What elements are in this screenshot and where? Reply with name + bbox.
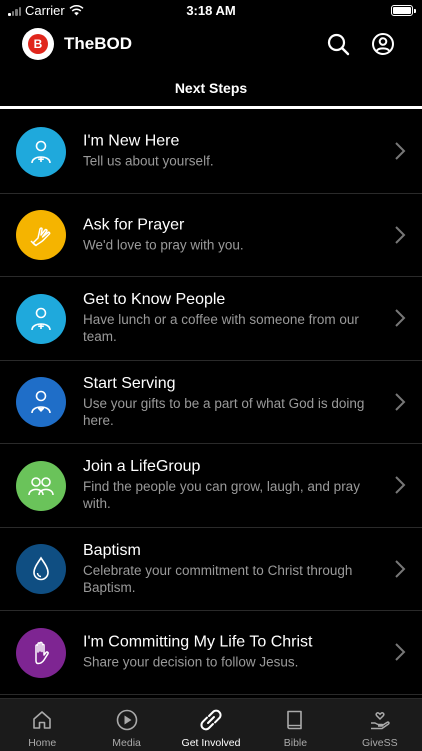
step-text: Join a LifeGroup Find the people you can…	[83, 458, 372, 512]
step-subtitle: Use your gifts to be a part of what God …	[83, 395, 365, 428]
play-icon	[116, 709, 137, 731]
chevron-right-icon	[395, 560, 406, 578]
step-title: I'm New Here	[83, 132, 180, 150]
tab-media[interactable]: Media	[84, 699, 168, 751]
link-icon	[200, 709, 222, 731]
app-logo: B	[22, 28, 54, 60]
home-icon	[33, 711, 52, 729]
tab-label: Media	[112, 737, 141, 749]
step-subtitle: We'd love to pray with you.	[83, 237, 244, 253]
step-icon-circle	[16, 210, 66, 260]
give-icon	[370, 712, 390, 730]
step-title: Get to Know People	[83, 291, 226, 309]
chevron-right-icon	[395, 643, 406, 661]
tab-label: Home	[28, 737, 57, 749]
chevron-right-icon	[395, 226, 406, 244]
next-steps-list: I'm New Here Tell us about yourself. Ask…	[0, 110, 422, 695]
step-subtitle: Celebrate your commitment to Christ thro…	[83, 562, 353, 595]
step-text: Baptism Celebrate your commitment to Chr…	[83, 542, 372, 596]
step-text: Ask for Prayer We'd love to pray with yo…	[83, 216, 372, 253]
step-text: I'm New Here Tell us about yourself.	[83, 133, 372, 170]
app-header: B TheBOD	[0, 22, 422, 66]
raised-hand-icon	[35, 641, 49, 664]
step-start-serving[interactable]: Start Serving Use your gifts to be a par…	[0, 361, 422, 444]
tab-home[interactable]: Home	[0, 699, 84, 751]
search-icon[interactable]	[326, 32, 350, 56]
step-text: I'm Committing My Life To Christ Share y…	[83, 634, 372, 671]
step-title: I'm Committing My Life To Christ	[83, 633, 313, 651]
tab-get-involved[interactable]: Get Involved	[169, 699, 253, 751]
step-ask-for-prayer[interactable]: Ask for Prayer We'd love to pray with yo…	[0, 194, 422, 277]
praying-hands-icon	[30, 227, 51, 247]
group-icon	[28, 476, 54, 495]
step-join-a-lifegroup[interactable]: Join a LifeGroup Find the people you can…	[0, 444, 422, 528]
water-drop-icon	[33, 556, 49, 581]
logo-mark: B	[28, 34, 48, 54]
step-icon-circle	[16, 460, 66, 511]
tab-bible[interactable]: Bible	[253, 699, 337, 751]
tab-label: Bible	[283, 737, 308, 749]
step-title: Start Serving	[83, 374, 176, 392]
step-icon-circle	[16, 293, 66, 344]
chevron-right-icon	[395, 393, 406, 411]
book-icon	[287, 710, 303, 730]
tab-give[interactable]: GiveSS	[338, 699, 422, 751]
step-text: Get to Know People Have lunch or a coffe…	[83, 291, 372, 345]
tab-label: GiveSS	[362, 737, 398, 749]
app-title: TheBOD	[64, 34, 132, 53]
step-committing-life-to-christ[interactable]: I'm Committing My Life To Christ Share y…	[0, 611, 422, 695]
account-icon[interactable]	[371, 32, 395, 56]
status-bar: Carrier 3:18 AM	[0, 0, 422, 22]
step-baptism[interactable]: Baptism Celebrate your commitment to Chr…	[0, 528, 422, 611]
person-heart-icon	[31, 390, 51, 414]
step-icon-circle	[16, 126, 66, 177]
chevron-right-icon	[395, 309, 406, 327]
step-title: Ask for Prayer	[83, 216, 185, 234]
person-add-icon	[31, 140, 51, 163]
tab-bar: Home Media Get Involved Bible GiveSS	[0, 698, 422, 751]
chevron-right-icon	[395, 142, 406, 160]
step-icon-circle	[16, 377, 66, 427]
step-get-to-know-people[interactable]: Get to Know People Have lunch or a coffe…	[0, 277, 422, 361]
step-icon-circle	[16, 544, 66, 594]
battery-icon	[391, 5, 416, 16]
tab-indicator	[0, 106, 422, 109]
tab-label: Get Involved	[181, 737, 241, 749]
step-im-new-here[interactable]: I'm New Here Tell us about yourself.	[0, 110, 422, 194]
step-subtitle: Tell us about yourself.	[83, 153, 214, 169]
step-text: Start Serving Use your gifts to be a par…	[83, 375, 372, 429]
person-add-icon	[31, 307, 51, 330]
step-subtitle: Find the people you can grow, laugh, and…	[83, 479, 360, 512]
step-subtitle: Have lunch or a coffee with someone from…	[83, 312, 359, 345]
step-subtitle: Share your decision to follow Jesus.	[83, 654, 299, 670]
step-icon-circle	[16, 627, 66, 678]
page-title: Next Steps	[174, 80, 248, 96]
chevron-right-icon	[395, 476, 406, 494]
step-title: Join a LifeGroup	[83, 458, 201, 476]
status-time: 3:18 AM	[186, 3, 236, 18]
step-title: Baptism	[83, 541, 141, 559]
